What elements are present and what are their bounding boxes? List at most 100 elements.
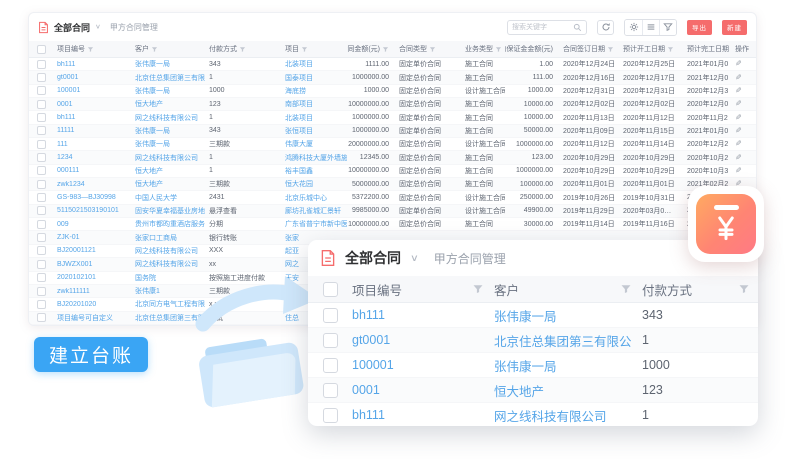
filter-icon[interactable] (472, 283, 484, 295)
cell-link[interactable]: bh111 (342, 408, 484, 422)
cell-link[interactable]: 100001 (342, 358, 484, 372)
cell-link[interactable]: 网之线科技有限公司 (131, 153, 205, 163)
filter-icon[interactable] (738, 283, 750, 295)
filter-icon[interactable] (301, 46, 308, 53)
cell-link[interactable]: 1234 (53, 154, 131, 161)
row-checkbox[interactable] (37, 193, 46, 202)
cell-link[interactable]: 111 (53, 141, 131, 148)
select-all-checkbox[interactable] (323, 282, 338, 297)
cell-link[interactable]: 张伟康一局 (131, 59, 205, 69)
cell-link[interactable]: 张伟康1 (131, 286, 205, 296)
row-checkbox[interactable] (37, 100, 46, 109)
filter-icon[interactable] (382, 46, 389, 53)
row-checkbox[interactable] (37, 86, 46, 95)
export-button[interactable]: 导出 (687, 20, 712, 35)
row-checkbox[interactable] (37, 73, 46, 82)
edit-pencil-icon[interactable]: ✎ (735, 114, 742, 122)
cell-link[interactable]: GS-983—BJ30998 (53, 194, 131, 201)
cell-link[interactable]: 鸿腾科技大厦外墙施工项目 (281, 153, 347, 163)
cell-link[interactable]: 000111 (53, 167, 131, 174)
cell-link[interactable]: 100001 (53, 87, 131, 94)
cell-link[interactable]: 国泰项目 (281, 73, 347, 83)
cell-link[interactable]: 5115021503190101 (53, 207, 131, 214)
cell-link[interactable]: 国务院 (131, 273, 205, 283)
cell-link[interactable]: 裕丰国鑫 (281, 166, 347, 176)
cell-link[interactable]: 网之线科技有限公司 (484, 406, 632, 425)
cell-link[interactable]: BJWZX001 (53, 261, 131, 268)
edit-pencil-icon[interactable]: ✎ (735, 127, 742, 135)
filter-icon[interactable] (239, 46, 246, 53)
filter-icon[interactable] (667, 46, 674, 53)
cell-link[interactable]: 中国人民大学 (131, 193, 205, 203)
row-checkbox[interactable] (37, 206, 46, 215)
row-checkbox[interactable] (37, 180, 46, 189)
column-header[interactable]: 客户 (484, 280, 632, 299)
row-checkbox[interactable] (37, 233, 46, 242)
cell-link[interactable]: bh111 (342, 308, 484, 322)
chevron-down-icon[interactable]: ∨ (95, 24, 101, 30)
cell-link[interactable]: 固安华夏幸福基业房地产… (131, 206, 205, 216)
cell-link[interactable]: bh111 (53, 114, 131, 121)
cell-link[interactable]: 张伟康一局 (484, 306, 632, 325)
cell-link[interactable]: 恒大花园 (281, 179, 347, 189)
row-checkbox[interactable] (323, 333, 338, 348)
cell-link[interactable]: 恒大地产 (131, 179, 205, 189)
cell-link[interactable]: gt0001 (53, 74, 131, 81)
cell-link[interactable]: 贵州市都昀重酒店服务有… (131, 219, 205, 229)
cell-link[interactable]: 项目编号可自定义 (53, 313, 131, 323)
cell-link[interactable]: 恒大地产 (484, 381, 632, 400)
cell-link[interactable]: 张恒项目 (281, 126, 347, 136)
cell-link[interactable]: 北京同方电气工程有限公司 (131, 299, 205, 309)
filter-button[interactable] (659, 20, 676, 35)
row-checkbox[interactable] (37, 166, 46, 175)
edit-pencil-icon[interactable]: ✎ (735, 87, 742, 95)
row-checkbox[interactable] (37, 287, 46, 296)
search-input[interactable]: 搜索关键字 (507, 20, 587, 35)
cell-link[interactable]: 廊坊孔雀城汇景轩 (281, 206, 347, 216)
edit-pencil-icon[interactable]: ✎ (735, 154, 742, 162)
column-header[interactable]: 付款方式 (205, 44, 281, 54)
cell-link[interactable]: 网之线科技有限公司 (131, 246, 205, 256)
edit-pencil-icon[interactable]: ✎ (735, 140, 742, 148)
row-checkbox[interactable] (37, 113, 46, 122)
cell-link[interactable]: 11111 (53, 127, 131, 134)
cell-link[interactable]: 广东省普宁市新中医医院… (281, 219, 347, 229)
filter-icon[interactable] (87, 46, 94, 53)
cell-link[interactable]: 张伟康一局 (131, 86, 205, 96)
row-checkbox[interactable] (37, 140, 46, 149)
cell-link[interactable]: 北京住总集团第三有限公司 (484, 331, 632, 350)
row-checkbox[interactable] (37, 220, 46, 229)
row-checkbox[interactable] (37, 246, 46, 255)
filter-icon[interactable] (607, 46, 614, 53)
filter-icon[interactable] (495, 46, 502, 53)
cell-link[interactable]: 海底捞 (281, 86, 347, 96)
cell-link[interactable]: 伟康大厦 (281, 139, 347, 149)
row-checkbox[interactable] (37, 260, 46, 269)
row-checkbox[interactable] (37, 300, 46, 309)
column-header[interactable]: 项目编号 (53, 44, 131, 54)
row-checkbox[interactable] (37, 153, 46, 162)
cell-link[interactable]: 恒大地产 (131, 99, 205, 109)
cell-link[interactable]: 北京住总集团第三有限公司 (131, 313, 205, 323)
column-header[interactable]: 付款方式 (632, 280, 750, 299)
cell-link[interactable]: 张伟康一局 (484, 356, 632, 375)
row-checkbox[interactable] (323, 308, 338, 323)
cell-link[interactable]: 009 (53, 221, 131, 228)
cell-link[interactable]: 张家口工商局 (131, 233, 205, 243)
cell-link[interactable]: 张伟康一局 (131, 126, 205, 136)
cell-link[interactable]: gt0001 (342, 333, 484, 347)
cell-link[interactable]: 恒大地产 (131, 166, 205, 176)
row-checkbox[interactable] (37, 60, 46, 69)
column-header[interactable]: 项目编号 (342, 280, 484, 299)
filter-icon[interactable] (151, 46, 158, 53)
refresh-button[interactable] (597, 20, 614, 35)
select-all-checkbox[interactable] (37, 45, 46, 54)
cell-link[interactable]: 南部项目 (281, 99, 347, 109)
edit-pencil-icon[interactable]: ✎ (735, 74, 742, 82)
row-checkbox[interactable] (323, 383, 338, 398)
cell-link[interactable]: 北装项目 (281, 59, 347, 69)
cell-link[interactable]: zwk111111 (53, 288, 131, 295)
cell-link[interactable]: 张伟康一局 (131, 139, 205, 149)
cell-link[interactable]: BJ20001121 (53, 247, 131, 254)
filter-icon[interactable] (429, 46, 436, 53)
